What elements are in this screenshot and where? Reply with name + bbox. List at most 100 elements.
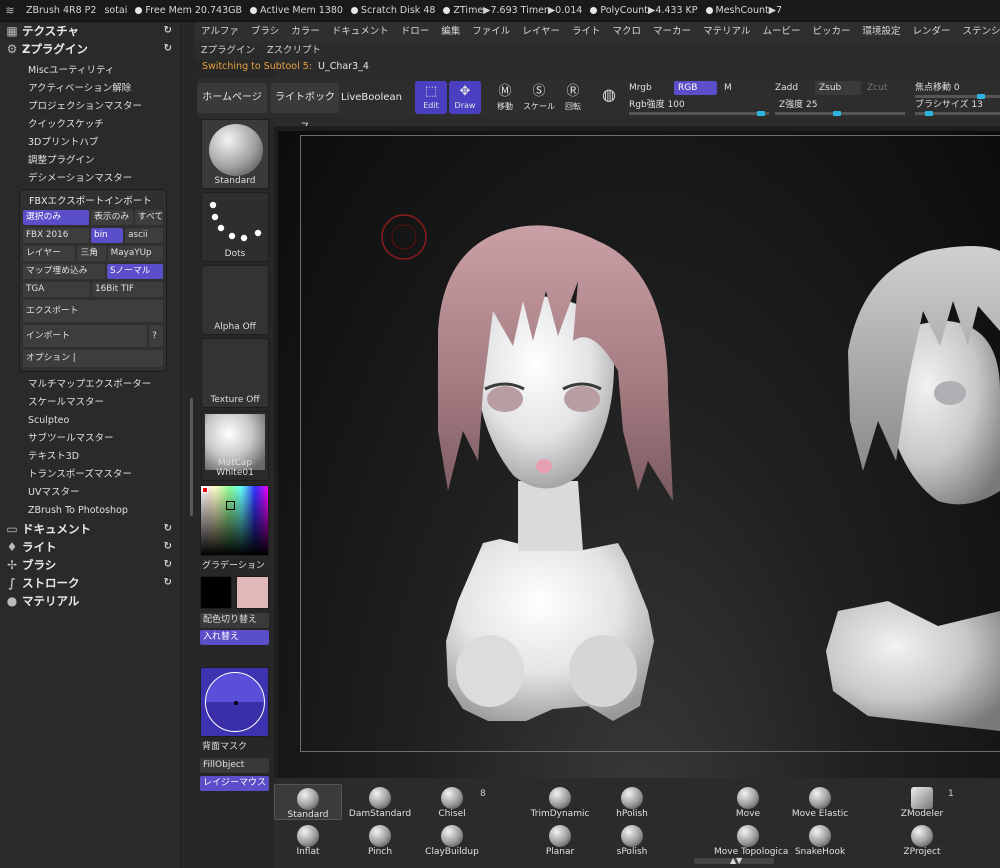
fbx-export-button[interactable]: エクスポート [23, 300, 163, 322]
fbx-16bit-tif[interactable]: 16Bit TIF [92, 282, 163, 297]
menu-macro[interactable]: マクロ [607, 22, 648, 42]
plugin-multi-map-exporter[interactable]: マルチマップエクスポーター [28, 376, 180, 394]
menu-color[interactable]: カラー [285, 22, 326, 42]
menu-document[interactable]: ドキュメント [326, 22, 395, 42]
plugin-scale-master[interactable]: スケールマスター [28, 394, 180, 412]
palette-material[interactable]: ● マテリアル [0, 592, 180, 610]
brush-spolish[interactable]: sPolish [598, 822, 666, 858]
menu-zplugin[interactable]: Zプラグイン [195, 42, 261, 60]
rgb-intensity-track[interactable] [629, 111, 769, 116]
m-button[interactable]: M [720, 81, 764, 95]
plugin-subtool-master[interactable]: サブツールマスター [28, 430, 180, 448]
brush-standard[interactable]: Standard [274, 784, 342, 820]
menu-marker[interactable]: マーカー [647, 22, 697, 42]
refresh-icon[interactable]: ↻ [164, 559, 172, 570]
plugin-projection-master[interactable]: プロジェクションマスター [28, 98, 180, 116]
z-intensity-track[interactable] [775, 111, 905, 116]
z-intensity-handle[interactable] [833, 111, 841, 116]
swap-colors-button[interactable]: 配色切り替え [200, 613, 269, 628]
brush-move-topological[interactable]: Move Topologica [714, 822, 788, 858]
zsub-button[interactable]: Zsub [815, 81, 861, 95]
fbx-embed-maps[interactable]: マップ埋め込み [23, 264, 105, 279]
material-selector[interactable]: MatCap White01 [201, 411, 269, 481]
palette-zplugin[interactable]: ⚙ Zプラグイン ↻ [0, 40, 180, 58]
gradient-label[interactable]: グラデーション [202, 559, 265, 573]
brush-planar[interactable]: Planar [526, 822, 594, 858]
menu-edit[interactable]: 編集 [435, 22, 466, 42]
main-color-swatch[interactable] [200, 576, 232, 609]
fbx-import-button[interactable]: インポート [23, 325, 148, 347]
menu-stencil[interactable]: ステンシル [957, 22, 1000, 42]
brush-pinch[interactable]: Pinch [346, 822, 414, 858]
palette-document[interactable]: ▭ ドキュメント ↻ [0, 520, 180, 538]
fbx-tga[interactable]: TGA [23, 282, 91, 297]
fbx-triangulate[interactable]: 三角 [77, 246, 106, 261]
brush-selector[interactable]: Standard [201, 119, 269, 189]
refresh-icon[interactable]: ↻ [164, 577, 172, 588]
brush-zmodeler[interactable]: ZModeler [888, 784, 956, 820]
palette-stroke[interactable]: ∫ ストローク ↻ [0, 574, 180, 592]
plugin-3d-print-hub[interactable]: 3Dプリントハブ [28, 134, 180, 152]
replace-button[interactable]: 入れ替え [200, 630, 269, 645]
brush-claybuildup[interactable]: ClayBuildup [418, 822, 486, 858]
palette-light[interactable]: ♦ ライト ↻ [0, 538, 180, 556]
focal-shift-slider[interactable]: 焦点移動 0 [915, 81, 960, 95]
refresh-icon[interactable]: ↻ [164, 523, 172, 534]
palette-texture[interactable]: ▦ テクスチャ ↻ [0, 22, 180, 40]
stroke-selector[interactable]: Dots [201, 192, 269, 262]
brush-chisel[interactable]: Chisel [418, 784, 486, 820]
lightbox-button[interactable]: ライトボックス [271, 83, 339, 133]
rotate-mode-button[interactable]: Ⓡ 回転 [557, 81, 589, 114]
menu-file[interactable]: ファイル [466, 22, 516, 42]
alpha-selector[interactable]: Alpha Off [201, 265, 269, 335]
secondary-color-swatch[interactable] [236, 576, 269, 609]
move-mode-button[interactable]: Ⓜ 移動 [489, 81, 521, 114]
fbx-ascii[interactable]: ascii [125, 228, 163, 243]
backface-mask-preview[interactable] [200, 667, 269, 737]
zadd-button[interactable]: Zadd [775, 81, 798, 95]
menu-render[interactable]: レンダー [907, 22, 957, 42]
fbx-options-button[interactable]: オプション | [23, 350, 163, 367]
fillobject-button[interactable]: FillObject [200, 758, 269, 773]
color-picker-cursor[interactable] [226, 501, 235, 510]
fbx-smooth-normals[interactable]: Sノーマル [106, 264, 163, 279]
lazymouse-button[interactable]: レイジーマウス [200, 776, 269, 791]
menu-brush[interactable]: ブラシ [245, 22, 285, 42]
scale-mode-button[interactable]: Ⓢ スケール [523, 81, 555, 114]
plugin-quicksketch[interactable]: クイックスケッチ [28, 116, 180, 134]
menu-layer[interactable]: レイヤー [516, 22, 566, 42]
edit-mode-button[interactable]: ⬚ Edit [415, 81, 447, 114]
brush-move[interactable]: Move [714, 784, 782, 820]
polyframe-button[interactable]: ◍ [593, 81, 625, 114]
refresh-icon[interactable]: ↻ [164, 541, 172, 552]
plugin-text-3d[interactable]: テキスト3D [28, 448, 180, 466]
rgb-intensity-handle[interactable] [757, 111, 765, 116]
menu-movie[interactable]: ムービー [756, 22, 806, 42]
texture-selector[interactable]: Texture Off [201, 338, 269, 408]
brush-damstandard[interactable]: DamStandard [346, 784, 414, 820]
draw-size-slider[interactable]: ブラシサイズ 13 [915, 98, 983, 112]
zcut-button[interactable]: Zcut [867, 81, 887, 95]
plugin-sculpteo[interactable]: Sculpteo [28, 412, 180, 430]
fbx-help-button[interactable]: ? [149, 325, 163, 347]
refresh-icon[interactable]: ↻ [164, 43, 172, 54]
plugin-uv-master[interactable]: UVマスター [28, 484, 180, 502]
color-picker[interactable] [200, 485, 269, 556]
fbx-layer[interactable]: レイヤー [23, 246, 76, 261]
plugin-zbrush-to-photoshop[interactable]: ZBrush To Photoshop [28, 502, 180, 520]
palette-brush[interactable]: ✢ ブラシ ↻ [0, 556, 180, 574]
home-page-button[interactable]: ホームページ [197, 83, 267, 113]
plugin-transpose-master[interactable]: トランスポーズマスター [28, 466, 180, 484]
mrgb-button[interactable]: Mrgb [629, 81, 652, 95]
z-intensity-slider[interactable]: Z強度 25 [779, 98, 817, 112]
shelf-scroll-grip[interactable] [190, 398, 193, 516]
draw-size-handle[interactable] [925, 111, 933, 116]
color-picker-hue-marker[interactable] [202, 487, 208, 493]
brush-move-elastic[interactable]: Move Elastic [786, 784, 854, 820]
plugin-misc-utilities[interactable]: Miscユーティリティ [28, 62, 180, 80]
document-canvas[interactable] [278, 131, 1000, 778]
menu-zscript[interactable]: Zスクリプト [261, 42, 327, 60]
rgb-intensity-slider[interactable]: Rgb強度 100 [629, 98, 685, 112]
fbx-selected-only[interactable]: 選択のみ [23, 210, 90, 225]
fbx-visible-only[interactable]: 表示のみ [91, 210, 133, 225]
